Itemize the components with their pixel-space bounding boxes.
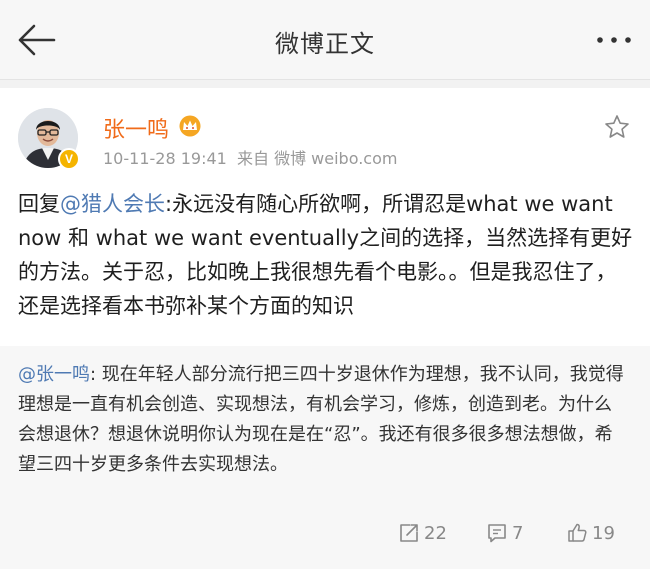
more-dots-icon[interactable] xyxy=(592,28,636,52)
post-content: 回复@猎人会长:永远没有随心所欲啊，所谓忍是what we want now 和… xyxy=(18,187,636,323)
verified-badge-icon: V xyxy=(58,148,80,170)
post-meta: 10-11-28 19:41 来自 微博 weibo.com xyxy=(103,145,397,169)
page-title: 微博正文 xyxy=(275,30,375,58)
retweet-author-link[interactable]: @张一鸣 xyxy=(18,364,90,385)
repost-button[interactable]: 22 xyxy=(398,518,447,548)
reply-prefix: 回复 xyxy=(18,192,60,216)
retweet-content-text: : 现在年轻人部分流行把三四十岁退休作为理想，我不认同，我觉得理想是一直有机会创… xyxy=(18,364,624,475)
post-timestamp: 10-11-28 19:41 xyxy=(103,149,227,168)
crown-icon xyxy=(178,115,202,137)
like-count: 19 xyxy=(592,522,615,544)
retweeted-post[interactable]: @张一鸣: 现在年轻人部分流行把三四十岁退休作为理想，我不认同，我觉得理想是一直… xyxy=(0,346,650,569)
top-nav-bar: 微博正文 xyxy=(0,0,650,80)
retweet-action-bar: 22 7 19 xyxy=(0,518,650,548)
retweet-content: @张一鸣: 现在年轻人部分流行把三四十岁退休作为理想，我不认同，我觉得理想是一直… xyxy=(18,360,628,480)
star-icon[interactable] xyxy=(604,114,630,140)
comment-button[interactable]: 7 xyxy=(486,518,523,548)
weibo-post-card: V 张一鸣 10-11-28 19:41 来自 微博 weibo.com 回复@… xyxy=(0,88,650,569)
repost-count: 22 xyxy=(424,522,447,544)
repost-icon xyxy=(400,524,418,542)
thumbs-up-icon xyxy=(568,523,587,542)
like-button[interactable]: 19 xyxy=(566,518,615,548)
comment-icon xyxy=(488,524,506,543)
post-source: 来自 微博 weibo.com xyxy=(237,149,398,168)
mention-link[interactable]: @猎人会长 xyxy=(60,192,165,216)
comment-count: 7 xyxy=(512,522,524,544)
post-username[interactable]: 张一鸣 xyxy=(103,112,169,144)
